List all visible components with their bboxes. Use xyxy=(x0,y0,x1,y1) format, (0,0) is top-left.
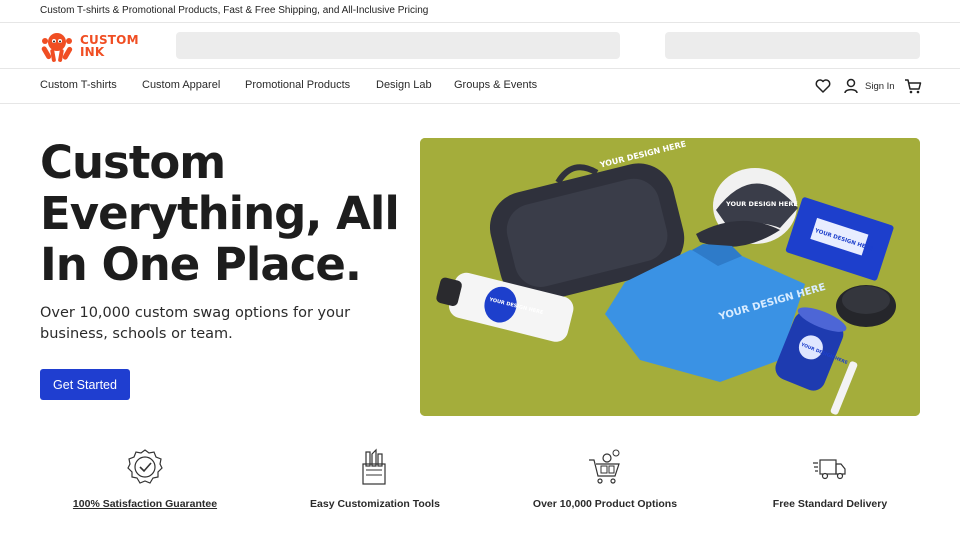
feature-label-delivery: Free Standard Delivery xyxy=(772,498,888,510)
nav-item-custom-tshirts[interactable]: Custom T-shirts xyxy=(40,79,117,91)
feature-product-options: Over 10,000 Product Options xyxy=(505,448,705,518)
cart-icon[interactable] xyxy=(904,77,922,95)
hero-product-image: YOUR DESIGN HERE YOUR DESIGN HERE YOUR D… xyxy=(420,138,920,416)
hero-subtitle: Over 10,000 custom swag options for your… xyxy=(40,305,351,342)
nav-item-custom-apparel[interactable]: Custom Apparel xyxy=(142,79,220,91)
announcement-bar: Custom T-shirts & Promotional Products, … xyxy=(0,0,960,23)
shopping-cart-icon xyxy=(589,449,620,484)
announcement-text: Custom T-shirts & Promotional Products, … xyxy=(40,5,429,16)
main-nav: Custom T-shirts Custom Apparel Promotion… xyxy=(0,69,960,104)
sign-in-link[interactable]: Sign In xyxy=(865,81,895,92)
get-started-button[interactable]: Get Started xyxy=(40,369,130,400)
cap-design-text: YOUR DESIGN HERE xyxy=(725,200,798,208)
hero-title-line: In One Place. xyxy=(40,238,362,291)
badge-check-icon xyxy=(127,449,163,484)
nav-item-design-lab[interactable]: Design Lab xyxy=(376,79,432,91)
hero-title-line: Custom xyxy=(40,136,226,189)
header-secondary-placeholder[interactable] xyxy=(665,32,920,59)
hero-title-line: Everything, All xyxy=(40,187,400,240)
feature-label-product-options: Over 10,000 Product Options xyxy=(532,498,678,510)
heart-icon[interactable] xyxy=(815,77,831,95)
nav-item-promotional-products[interactable]: Promotional Products xyxy=(245,79,350,91)
user-icon[interactable] xyxy=(843,77,859,95)
search-bar-placeholder[interactable] xyxy=(176,32,620,59)
nav-item-groups-events[interactable]: Groups & Events xyxy=(454,79,537,91)
feature-satisfaction: 100% Satisfaction Guarantee xyxy=(45,448,245,518)
feature-label-satisfaction[interactable]: 100% Satisfaction Guarantee xyxy=(45,498,245,510)
feature-customization: Easy Customization Tools xyxy=(275,448,475,518)
brand-logo[interactable]: CUSTOM INK xyxy=(40,29,140,63)
feature-label-customization: Easy Customization Tools xyxy=(310,498,440,510)
feature-delivery: Free Standard Delivery xyxy=(730,448,930,518)
swag-products-illustration: YOUR DESIGN HERE YOUR DESIGN HERE YOUR D… xyxy=(420,138,920,416)
speaker xyxy=(836,285,896,327)
hero-title: Custom Everything, All In One Place. xyxy=(40,137,410,290)
brand-line2: INK xyxy=(80,45,105,59)
octopus-logo-icon xyxy=(41,33,73,62)
site-header: CUSTOM INK xyxy=(0,23,960,69)
design-tools-icon xyxy=(362,448,386,485)
delivery-truck-icon xyxy=(813,459,846,480)
